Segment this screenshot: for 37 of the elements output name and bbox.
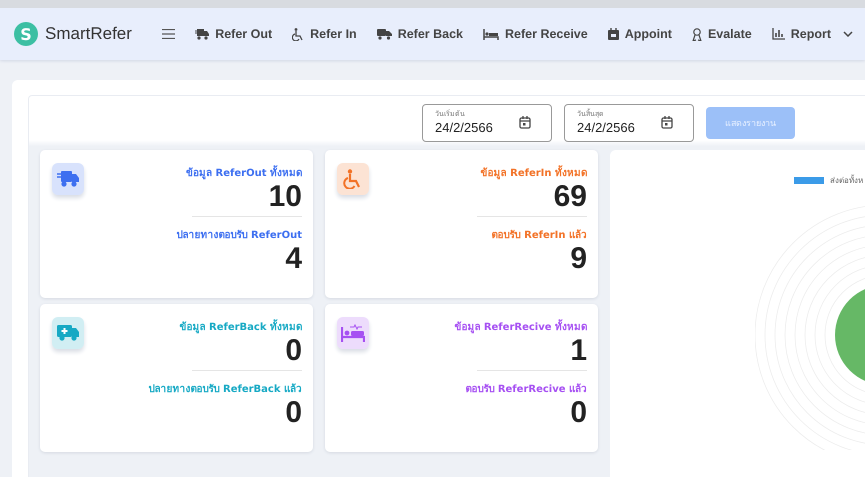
calendar-icon [608, 28, 619, 40]
bar-chart-icon [772, 28, 785, 40]
nav-link[interactable]: Refer Back [368, 27, 472, 41]
stat-value: 0 [570, 396, 587, 430]
stat-label: ตอบรับ ReferIn แล้ว [492, 228, 587, 242]
stat-value: 0 [285, 334, 302, 368]
nav-link[interactable]: Refer In [284, 27, 365, 41]
stat-label: ปลายทางตอบรับ ReferBack แล้ว [148, 382, 302, 396]
stat-label: ข้อมูล ReferBack ทั้งหมด [180, 319, 302, 334]
nav-link[interactable]: Refer Out [187, 27, 280, 41]
stat-label: ตอบรับ ReferRecive แล้ว [465, 382, 587, 396]
stat-label: ข้อมูล ReferIn ทั้งหมด [480, 165, 587, 180]
bed-icon [483, 28, 500, 40]
brand-name: SmartRefer [45, 24, 132, 44]
ribbon-icon [692, 28, 702, 40]
stat-value: 69 [554, 180, 587, 214]
caret-icon[interactable] [843, 31, 853, 37]
stat-label: ข้อมูล ReferOut ทั้งหมด [186, 165, 302, 180]
wheelchair-icon [292, 28, 304, 40]
van-icon [376, 28, 392, 40]
nav-link[interactable]: Report [764, 27, 861, 41]
stat-value: 9 [570, 242, 587, 276]
stat-value: 4 [285, 242, 302, 276]
stat-value: 1 [570, 334, 587, 368]
nav-link[interactable]: Evalate [684, 27, 760, 41]
nav-link[interactable]: Refer Receive [475, 27, 596, 41]
truck-icon [195, 28, 210, 40]
stat-label: ข้อมูล ReferRecive ทั้งหมด [454, 319, 587, 334]
calendar-icon[interactable] [519, 116, 531, 129]
logo-icon: S [14, 22, 38, 46]
stat-label: ปลายทางตอบรับ ReferOut [176, 228, 302, 242]
stat-value: 0 [285, 396, 302, 430]
menu-icon[interactable] [162, 27, 176, 41]
legend-label: ส่งต่อทั้งห [830, 174, 863, 187]
nav-link[interactable]: Appoint [600, 27, 680, 41]
calendar-icon[interactable] [661, 116, 673, 129]
stat-value: 10 [268, 180, 302, 214]
